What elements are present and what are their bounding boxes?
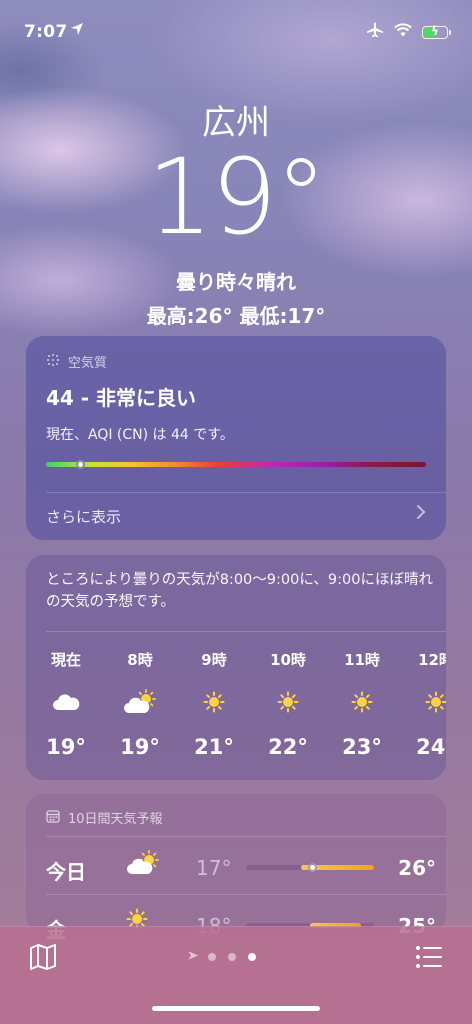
list-icon[interactable] [414,943,444,971]
daily-forecast-header: 10日間天気予報 [46,808,163,827]
divider [46,492,446,493]
air-quality-indicator [76,460,86,469]
calendar-icon [46,809,60,827]
hour-temperature: 22° [268,735,308,759]
airplane-icon [366,22,384,42]
hour-temperature: 19° [46,735,86,759]
hour-label: 11時 [344,651,380,669]
daily-forecast-card[interactable]: 10日間天気予報 今日 17° 26°金 18° 25° [26,794,446,942]
hourly-scroll-strip[interactable]: 現在 19° 8時 19° 9時 21° 10時 22° 11時 23° 12時 24° [26,649,446,769]
sun-icon [330,687,394,717]
show-more-link[interactable]: さらに表示 [46,506,121,527]
hour-label: 10時 [270,651,306,669]
air-quality-scale-bar [46,460,426,469]
current-condition: 曇り時々晴れ [176,270,296,294]
high-temperature: 26° [398,856,436,880]
map-icon[interactable] [28,943,58,971]
hour-label: 8時 [127,651,153,669]
page-dot[interactable] [228,952,236,961]
page-dot[interactable] [208,952,216,961]
current-temperature: 19° [146,136,327,258]
hour-temperature: 23° [342,735,382,759]
hour-label: 現在 [50,651,81,669]
sun-icon [182,687,246,717]
air-quality-icon [46,353,60,371]
page-indicator[interactable] [184,949,256,964]
hour-temperature: 19° [120,735,160,759]
day-label: 今日 [46,860,86,884]
chevron-right-icon [416,504,426,525]
hourly-forecast-card[interactable]: ところにより曇りの天気が8:00～9:00に、9:00にほぼ晴れの天気の予想です… [26,555,446,780]
hour-label: 9時 [201,651,227,669]
hour-label: 12時 [418,651,446,669]
daily-forecast-row[interactable]: 今日 17° 26° [46,848,436,888]
divider [46,894,446,895]
air-quality-description: 現在、AQI (CN) は 44 です。 [46,427,234,443]
temperature-range-bar [246,863,374,872]
hourly-summary: ところにより曇りの天気が8:00～9:00に、9:00にほぼ晴れの天気の予想です… [46,572,433,611]
daily-forecast-title: 10日間天気予報 [68,812,163,827]
sun-icon [404,687,446,717]
partly-sunny-icon [108,687,172,717]
sun-icon [256,687,320,717]
cloud-icon [34,687,98,717]
air-quality-header: 空気質 [46,352,107,371]
partly-sunny-icon [126,850,166,882]
location-page-icon [180,947,199,966]
wifi-icon [394,23,412,41]
page-dot[interactable] [248,952,256,961]
hour-temperature: 24° [416,735,446,759]
status-bar: 7:07 ϟ [0,0,472,56]
high-low-temperature: 最高:26° 最低:17° [146,304,326,328]
divider [46,836,446,837]
location-arrow-icon [70,22,84,40]
battery-charging-icon: ϟ [422,24,451,39]
air-quality-value: 44 - 非常に良い [46,386,197,410]
divider [46,631,446,632]
status-icons: ϟ [366,22,451,42]
status-time: 7:07 [24,22,68,42]
air-quality-card[interactable]: 空気質 44 - 非常に良い 現在、AQI (CN) は 44 です。 さらに表… [26,336,446,540]
home-indicator[interactable] [152,1006,320,1011]
current-temperature-marker [307,863,317,872]
low-temperature: 17° [196,856,232,880]
hour-temperature: 21° [194,735,234,759]
air-quality-title: 空気質 [68,356,108,371]
